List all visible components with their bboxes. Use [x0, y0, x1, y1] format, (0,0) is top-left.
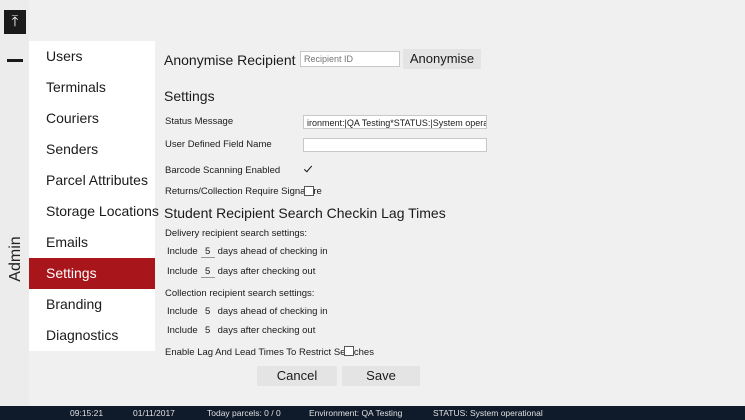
sidebar-item-diagnostics[interactable]: Diagnostics: [29, 320, 155, 351]
user-field-label: User Defined Field Name: [165, 139, 272, 150]
status-parcels: Today parcels: 0 / 0: [207, 408, 281, 418]
status-date: 01/11/2017: [133, 408, 175, 418]
status-system: STATUS: System operational: [433, 408, 543, 418]
delivery-settings-label: Delivery recipient search settings:: [165, 228, 308, 239]
days-after-label: days after checking out: [217, 266, 316, 277]
returns-signature-checkbox[interactable]: [304, 186, 314, 196]
collection-after-row: Include 5 days after checking out: [167, 325, 315, 336]
enable-lag-label: Enable Lag And Lead Times To Restrict Se…: [165, 347, 374, 358]
include-label: Include: [167, 306, 198, 317]
enable-lag-checkbox[interactable]: [344, 346, 354, 356]
save-button[interactable]: Save: [342, 366, 420, 386]
minimize-icon[interactable]: [7, 59, 23, 62]
status-message-label: Status Message: [165, 116, 234, 127]
sidebar-item-branding[interactable]: Branding: [29, 289, 155, 320]
admin-sidebar: Users Terminals Couriers Senders Parcel …: [29, 41, 159, 351]
user-field-input[interactable]: [303, 138, 487, 152]
status-message-input[interactable]: ironment:|QA Testing*STATUS:|System oper…: [303, 115, 487, 129]
sidebar-item-users[interactable]: Users: [29, 41, 155, 72]
sidebar-item-emails[interactable]: Emails: [29, 227, 155, 258]
include-label: Include: [167, 246, 198, 257]
include-label: Include: [167, 266, 198, 277]
anonymise-button[interactable]: Anonymise: [403, 49, 481, 69]
collection-after-days-input[interactable]: 5: [201, 325, 215, 336]
barcode-scanning-checkbox[interactable]: [304, 165, 314, 175]
sidebar-item-parcel-attributes[interactable]: Parcel Attributes: [29, 165, 155, 196]
left-rail: ⤒ Admin: [0, 0, 29, 420]
delivery-after-days-input[interactable]: 5: [200, 266, 215, 278]
lag-times-title: Student Recipient Search Checkin Lag Tim…: [164, 205, 446, 221]
days-ahead-label: days ahead of checking in: [217, 306, 328, 317]
delivery-after-row: Include 5 days after checking out: [167, 266, 315, 278]
collection-settings-label: Collection recipient search settings:: [165, 288, 315, 299]
collection-ahead-days-input[interactable]: 5: [201, 306, 215, 317]
anonymise-title: Anonymise Recipient: [164, 52, 296, 68]
status-bar: 09:15:21 01/11/2017 Today parcels: 0 / 0…: [0, 406, 745, 420]
admin-section-label: Admin: [7, 236, 24, 282]
sidebar-item-settings[interactable]: Settings: [29, 258, 155, 289]
sidebar-item-couriers[interactable]: Couriers: [29, 103, 155, 134]
settings-title: Settings: [164, 88, 215, 104]
status-time: 09:15:21: [70, 408, 104, 418]
days-ahead-label: days ahead of checking in: [217, 246, 328, 257]
days-after-label: days after checking out: [217, 325, 316, 336]
barcode-scanning-label: Barcode Scanning Enabled: [165, 165, 281, 176]
recipient-id-input[interactable]: [300, 51, 400, 67]
delivery-ahead-days-input[interactable]: 5: [200, 246, 215, 258]
cancel-button[interactable]: Cancel: [257, 366, 337, 386]
settings-panel: Anonymise Recipient Anonymise Settings S…: [155, 41, 745, 406]
sidebar-item-senders[interactable]: Senders: [29, 134, 155, 165]
delivery-ahead-row: Include 5 days ahead of checking in: [167, 246, 328, 258]
status-environment: Environment: QA Testing: [309, 408, 403, 418]
collection-ahead-row: Include 5 days ahead of checking in: [167, 306, 328, 317]
include-label: Include: [167, 325, 198, 336]
returns-signature-label: Returns/Collection Require Signature: [165, 186, 322, 197]
collapse-up-icon[interactable]: ⤒: [4, 10, 26, 34]
sidebar-item-storage-locations[interactable]: Storage Locations: [29, 196, 159, 227]
sidebar-item-terminals[interactable]: Terminals: [29, 72, 155, 103]
